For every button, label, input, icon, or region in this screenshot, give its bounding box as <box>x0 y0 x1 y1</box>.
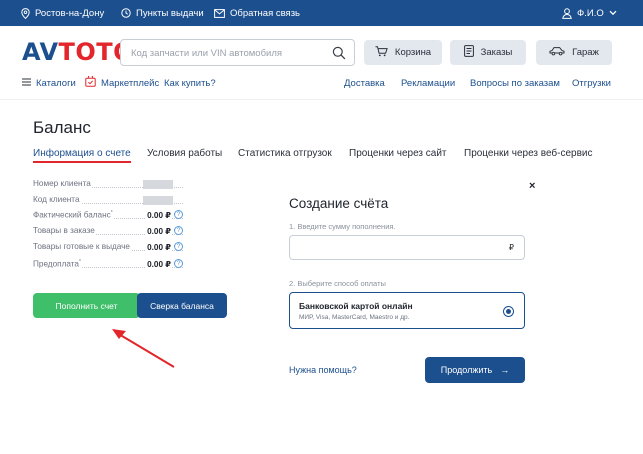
nav-claims-label: Рекламации <box>401 77 456 89</box>
user-icon <box>562 7 572 19</box>
nav-catalogs-label: Каталоги <box>36 77 76 89</box>
footnote-mark: * <box>78 259 81 265</box>
search-box <box>120 39 355 66</box>
client-code-label: Код клиента <box>33 195 81 204</box>
client-number-hidden <box>143 180 173 189</box>
nav-claims[interactable]: Рекламации <box>401 76 455 90</box>
amount-step-label: 1. Введите сумму пополнения. <box>289 222 396 231</box>
feedback-link[interactable]: Обратная связь <box>214 0 300 26</box>
nav-shipments-label: Отгрузки <box>572 77 611 89</box>
page-title: Баланс <box>33 118 91 137</box>
garage-label: Гараж <box>572 47 599 58</box>
info-row-goods-ready: Товары готовые к выдаче 0.00 ₽ ? <box>33 242 183 254</box>
actual-balance-label: Фактический баланс* <box>33 210 114 220</box>
goods-ready-value: 0.00 ₽ <box>145 242 171 252</box>
orders-button[interactable]: Заказы <box>450 40 526 65</box>
prepayment-text: Предоплата <box>33 259 79 269</box>
modal-title: Создание счёта <box>289 196 389 211</box>
nav-how-to-buy-label: Как купить? <box>164 77 216 89</box>
annotation-arrow-icon <box>112 329 175 368</box>
search-input[interactable] <box>131 45 321 61</box>
currency-symbol: ₽ <box>508 243 514 252</box>
info-row-actual-balance: Фактический баланс* 0.00 ₽ ? <box>33 210 183 222</box>
city-label: Ростов-на-Дону <box>35 7 105 19</box>
location-pin-icon <box>21 7 30 19</box>
info-row-goods-in-order: Товары в заказе 0.00 ₽ ? <box>33 226 183 238</box>
goods-ready-label: Товары готовые к выдаче <box>33 242 131 251</box>
nav-order-questions-label: Вопросы по заказам <box>470 77 560 89</box>
nav-delivery-label: Доставка <box>344 77 385 89</box>
feedback-label: Обратная связь <box>230 7 300 19</box>
orders-label: Заказы <box>480 47 513 58</box>
user-menu[interactable]: Ф.И.О <box>562 0 617 26</box>
nav-shipments[interactable]: Отгрузки <box>572 76 611 90</box>
nav-order-questions[interactable]: Вопросы по заказам <box>470 76 560 90</box>
payment-step-label: 2. Выберите способ оплаты <box>289 279 386 288</box>
info-row-prepayment: Предоплата* 0.00 ₽ ? <box>33 259 183 271</box>
payment-option-subtitle: МИР, Visa, MasterCard, Maestro и др. <box>299 314 410 321</box>
continue-button[interactable]: Продолжить → <box>425 357 525 383</box>
footnote-mark: * <box>110 210 113 216</box>
close-icon[interactable]: × <box>529 180 535 192</box>
goods-in-order-label: Товары в заказе <box>33 226 96 235</box>
menu-icon <box>22 78 31 89</box>
top-up-button[interactable]: Пополнить счет <box>33 293 140 318</box>
nav-delivery[interactable]: Доставка <box>344 76 385 90</box>
logo[interactable]: AV TOTO <box>22 38 134 66</box>
garage-button[interactable]: Гараж <box>536 40 612 65</box>
client-number-label: Номер клиента <box>33 179 92 188</box>
payment-option-radio[interactable] <box>503 306 514 317</box>
cart-button[interactable]: Корзина <box>364 40 442 65</box>
client-code-hidden <box>143 196 173 205</box>
mail-icon <box>214 8 225 18</box>
help-link[interactable]: Нужна помощь? <box>289 365 357 375</box>
top-bar: Ростов-на-Дону Пункты выдачи Обратная св… <box>0 0 643 26</box>
tab-work-terms[interactable]: Условия работы <box>147 148 222 159</box>
nav-marketplace-label: Маркетплейс <box>101 77 160 89</box>
goods-in-order-value: 0.00 ₽ <box>145 226 171 236</box>
actual-balance-value: 0.00 ₽ <box>145 210 171 220</box>
header-divider <box>0 99 643 100</box>
nav-catalogs[interactable]: Каталоги <box>22 76 76 90</box>
prepayment-label: Предоплата* <box>33 259 82 269</box>
orders-icon <box>463 45 474 60</box>
prepayment-value: 0.00 ₽ <box>145 259 171 269</box>
tab-site-pricing[interactable]: Проценки через сайт <box>349 148 447 159</box>
user-name: Ф.И.О <box>577 7 604 19</box>
pickup-points-link[interactable]: Пункты выдачи <box>121 0 204 26</box>
amount-field[interactable]: ₽ <box>289 235 525 260</box>
pickup-points-label: Пункты выдачи <box>136 7 204 19</box>
payment-option-title: Банковской картой онлайн <box>299 301 413 311</box>
nav-how-to-buy[interactable]: Как купить? <box>164 76 216 90</box>
logo-part-av: AV <box>22 38 59 66</box>
help-icon[interactable]: ? <box>174 242 183 251</box>
actual-balance-text: Фактический баланс <box>33 210 111 220</box>
search-icon[interactable] <box>332 46 346 65</box>
payment-option-card[interactable]: Банковской картой онлайн МИР, Visa, Mast… <box>289 292 525 329</box>
clock-icon <box>121 8 131 18</box>
continue-label: Продолжить <box>440 365 493 375</box>
city-selector[interactable]: Ростов-на-Дону <box>21 0 104 26</box>
tab-account-info[interactable]: Информация о счете <box>33 148 131 163</box>
arrow-right-icon: → <box>500 365 510 375</box>
help-icon[interactable]: ? <box>174 226 183 235</box>
cart-label: Корзина <box>394 47 432 58</box>
car-icon <box>549 46 565 59</box>
marketplace-icon <box>85 74 96 90</box>
tab-shipment-stats[interactable]: Статистика отгрузок <box>238 148 332 159</box>
help-icon[interactable]: ? <box>174 210 183 219</box>
tab-webservice-pricing[interactable]: Проценки через веб-сервис <box>464 148 593 159</box>
help-icon[interactable]: ? <box>174 259 183 268</box>
chevron-down-icon <box>609 10 617 16</box>
nav-marketplace[interactable]: Маркетплейс <box>85 74 160 90</box>
info-row-client-code: Код клиента <box>33 195 183 207</box>
reconcile-balance-button[interactable]: Сверка баланса <box>137 293 227 318</box>
info-row-client-number: Номер клиента <box>33 179 183 191</box>
cart-icon <box>375 45 388 60</box>
